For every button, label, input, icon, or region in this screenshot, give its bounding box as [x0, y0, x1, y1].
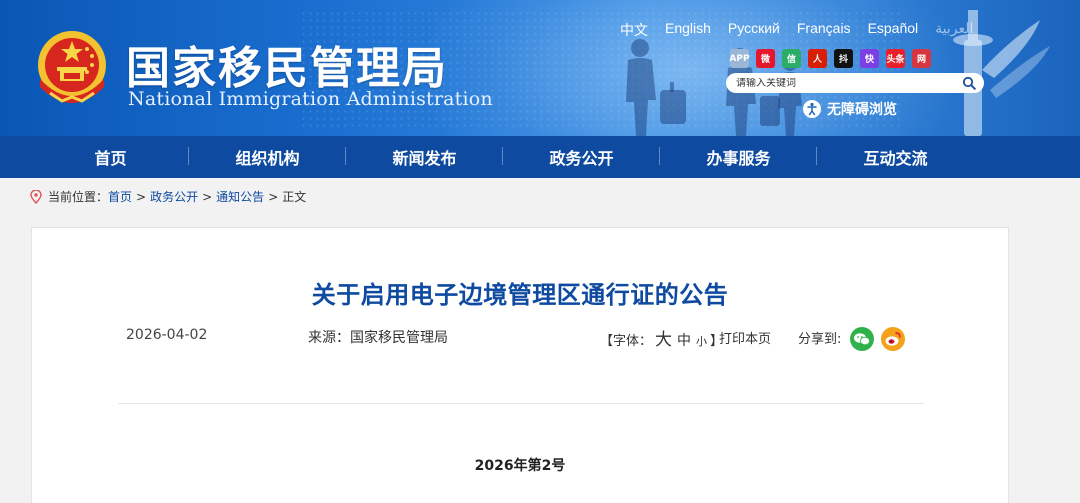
article-card: 关于启用电子边境管理区通行证的公告 2026-04-02 来源：国家移民管理局 … — [31, 227, 1009, 503]
breadcrumb: 当前位置： 首页 > 政务公开 > 通知公告 > 正文 — [30, 188, 306, 205]
nav-item-government-affairs[interactable]: 政务公开 — [503, 145, 660, 169]
font-size-label: 【字体： — [600, 334, 653, 349]
location-pin-icon — [30, 189, 42, 204]
lang-russian[interactable]: Русский — [728, 20, 780, 40]
accessibility-link[interactable]: 无障碍浏览 — [802, 99, 897, 119]
font-size-small-button[interactable]: 小 — [696, 333, 707, 349]
article-title: 关于启用电子边境管理区通行证的公告 — [311, 281, 729, 309]
nav-item-organization[interactable]: 组织机构 — [189, 145, 346, 169]
header-banner: 国家移民管理局 National Immigration Administrat… — [0, 0, 1080, 136]
site-title-english: National Immigration Administration — [128, 88, 493, 110]
douyin-icon[interactable]: 抖 — [834, 49, 853, 68]
font-size-large-button[interactable]: 大 — [655, 325, 672, 350]
share-weibo-icon[interactable] — [881, 327, 905, 351]
breadcrumb-separator: > — [202, 189, 213, 204]
accessibility-icon — [803, 100, 821, 118]
nav-item-news[interactable]: 新闻发布 — [346, 145, 503, 169]
toutiao-icon[interactable]: 头条 — [886, 49, 905, 68]
lang-chinese[interactable]: 中文 — [620, 20, 648, 40]
article-source: 来源：国家移民管理局 — [308, 330, 448, 346]
app-icon[interactable]: APP — [729, 49, 750, 68]
search-icon[interactable] — [962, 76, 976, 90]
site-title: 国家移民管理局 — [126, 43, 448, 94]
font-size-medium-button[interactable]: 中 — [677, 330, 691, 350]
share-label: 分享到: — [798, 332, 842, 347]
lang-arabic[interactable]: العربية — [935, 20, 973, 40]
social-media-links: APP 微信人抖快头条网 — [729, 49, 938, 68]
language-switcher: 中文 English Русский Français Español العر… — [620, 20, 973, 40]
font-size-controls: 【字体： 大 中 小 】 — [600, 325, 723, 350]
breadcrumb-notices-link[interactable]: 通知公告 — [216, 188, 264, 205]
breadcrumb-label: 当前位置： — [48, 190, 109, 204]
document-number: 2026年第2号 — [474, 458, 566, 474]
breadcrumb-home-link[interactable]: 首页 — [108, 188, 132, 205]
main-navigation: 首页 组织机构 新闻发布 政务公开 办事服务 互动交流 — [0, 136, 1080, 178]
accessibility-label: 无障碍浏览 — [827, 102, 897, 118]
national-emblem-icon — [38, 31, 106, 103]
breadcrumb-government-affairs-link[interactable]: 政务公开 — [150, 188, 198, 205]
share-wechat-icon[interactable] — [850, 327, 874, 351]
bilibili-icon[interactable]: 网 — [912, 49, 931, 68]
wechat-icon[interactable]: 信 — [782, 49, 801, 68]
nav-item-services[interactable]: 办事服务 — [660, 145, 817, 169]
people-daily-icon[interactable]: 人 — [808, 49, 827, 68]
lang-english[interactable]: English — [665, 20, 711, 40]
breadcrumb-current: 正文 — [282, 190, 307, 204]
lang-spanish[interactable]: Español — [868, 20, 919, 40]
print-page-button[interactable]: 打印本页 — [719, 328, 771, 347]
weibo-icon[interactable]: 微 — [756, 49, 775, 68]
breadcrumb-separator: > — [268, 189, 279, 204]
content-divider — [118, 403, 924, 404]
kuaishou-icon[interactable]: 快 — [860, 49, 879, 68]
nav-item-interaction[interactable]: 互动交流 — [817, 145, 974, 169]
nav-item-home[interactable]: 首页 — [32, 145, 189, 169]
search-input[interactable] — [736, 77, 956, 89]
publish-date: 2026-04-02 — [126, 327, 208, 343]
lang-french[interactable]: Français — [797, 20, 851, 40]
search-box — [726, 73, 984, 93]
breadcrumb-separator: > — [136, 189, 147, 204]
